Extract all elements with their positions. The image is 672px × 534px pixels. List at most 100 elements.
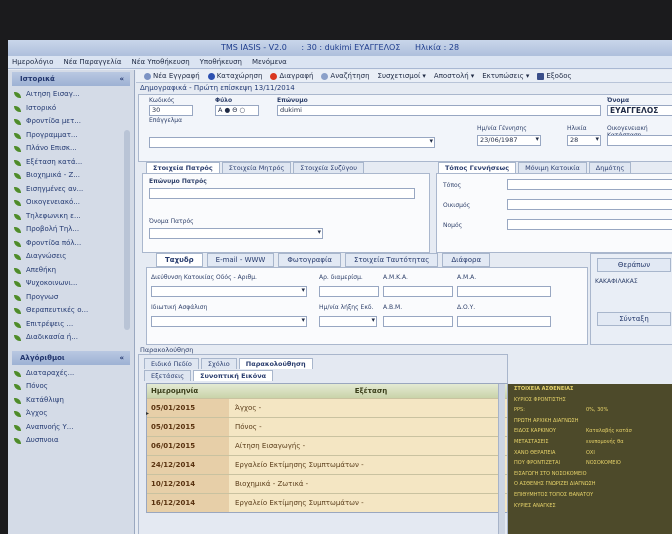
table-row[interactable]: 06/01/2015 Αίτηση Εισαγωγής -	[147, 436, 507, 455]
search-button[interactable]: Αναζήτηση	[321, 72, 370, 80]
save-button[interactable]: Καταχώρηση	[207, 72, 262, 80]
tab-father[interactable]: Στοιχεία Πατρός	[146, 162, 220, 173]
name-field[interactable]: ΕΥΑΓΓΕΛΟΣ	[607, 105, 672, 116]
delete-icon	[270, 72, 278, 80]
send-button[interactable]: Αποστολή ▾	[434, 72, 474, 80]
surname-field[interactable]: dukimi	[277, 105, 601, 116]
date-text: 05/01/2015	[151, 423, 196, 431]
menu-item-new-order[interactable]: Νέα Παραγγελία	[63, 56, 121, 68]
sidebar-item[interactable]: Διαταραχές...	[8, 367, 134, 381]
sidebar-item-label: Ιστορικό	[26, 103, 57, 112]
sidebar-item[interactable]: Ιστορικό	[8, 102, 134, 116]
doy-field[interactable]	[457, 316, 551, 327]
table-row[interactable]: 05/01/2015 Πόνος -	[147, 417, 507, 436]
new-record-button[interactable]: Νέα Εγγραφή	[144, 72, 200, 80]
profession-dropdown[interactable]	[149, 137, 435, 148]
sidebar-item[interactable]: Τηλεφωνικη ε...	[8, 210, 134, 224]
sidebar-item-label: Διαταραχές...	[26, 368, 75, 377]
father-name-dropdown[interactable]	[149, 228, 323, 239]
table-row[interactable]: 10/12/2014 Βιοχημικά - Ζωτικά -	[147, 474, 507, 493]
exit-button[interactable]: Εξοδος	[537, 72, 572, 80]
table-row[interactable]: 16/12/2014 Εργαλείο Εκτίμησης Συμπτωμάτων…	[147, 493, 507, 512]
sidebar-item[interactable]: Εισηγμένες αν...	[8, 183, 134, 197]
sidebar-scrollbar[interactable]	[124, 130, 130, 330]
ama-field[interactable]	[457, 286, 551, 297]
summary-row: ΣΤΟΙΧΕΙΑ ΑΣΘΕΝΕΙΑΣ	[508, 384, 672, 395]
tab-municipality[interactable]: Δημότης	[588, 162, 632, 173]
sidebar-item[interactable]: Ψυχοκοινωνι...	[8, 277, 134, 291]
collapse-icon[interactable]: «	[119, 351, 124, 365]
tab-email[interactable]: E-mail - WWW	[206, 253, 275, 267]
menu-item-new-mortgage[interactable]: Νέα Υποθήκευση	[131, 56, 189, 68]
tab-residence[interactable]: Μόνιμη Κατοικία	[518, 162, 587, 173]
sidebar-item[interactable]: Αναπνοής Υ...	[8, 421, 134, 435]
tab-misc[interactable]: Διάφορα	[442, 253, 491, 267]
tab-comment[interactable]: Σχόλιο	[200, 358, 237, 369]
sidebar-item[interactable]: Προβολή Τηλ...	[8, 223, 134, 237]
sidebar-item[interactable]: Διαδικασία ή...	[8, 331, 134, 345]
age-field[interactable]: 28	[567, 135, 601, 146]
physician-button[interactable]: Θεράπων	[597, 258, 671, 272]
sidebar-item[interactable]: Βιοχημικά - Ζ...	[8, 169, 134, 183]
tab-birthplace[interactable]: Τόπος Γεννήσεως	[438, 162, 517, 173]
summary-value: ΟΧΙ	[586, 449, 595, 456]
tab-spouse[interactable]: Στοιχεία Συζύγου	[293, 162, 365, 173]
tab-mother[interactable]: Στοιχεία Μητρός	[221, 162, 292, 173]
sidebar-item[interactable]: Θεραπευτικές ο...	[8, 304, 134, 318]
menu-item-calendar[interactable]: Ημερολόγιο	[12, 56, 53, 68]
tab-photo[interactable]: Φωτογραφία	[278, 253, 342, 267]
sidebar-item[interactable]: Κατάθλιψη	[8, 394, 134, 408]
amka-field[interactable]	[383, 286, 453, 297]
place-field[interactable]	[507, 179, 672, 190]
table-row[interactable]: ▸ 05/01/2015 Άγχος -	[146, 398, 507, 417]
table-row[interactable]: 24/12/2014 Εργαλείο Εκτίμησης Συμπτωμάτων…	[147, 455, 507, 474]
apt-field[interactable]	[319, 286, 379, 297]
menu-item-mortgage[interactable]: Υποθήκευση	[200, 56, 242, 68]
sidebar-item[interactable]: Προγραμματ...	[8, 129, 134, 143]
exam-column-header[interactable]: Εξέταση	[229, 384, 507, 398]
tab-summary[interactable]: Συνοπτική Εικόνα	[193, 370, 274, 381]
sidebar-item[interactable]: Δυσπνοια	[8, 434, 134, 448]
abm-field[interactable]	[383, 316, 453, 327]
sidebar-item[interactable]: Φροντίδα πόλ...	[8, 237, 134, 251]
delete-button[interactable]: Διαγραφή	[270, 72, 313, 80]
sidebar-item[interactable]: Οικογενειακό...	[8, 196, 134, 210]
insurance-dropdown[interactable]	[151, 316, 307, 327]
sidebar-item[interactable]: Πόνος	[8, 380, 134, 394]
code-field[interactable]: 30	[149, 105, 193, 116]
compose-button[interactable]: Σύνταξη	[597, 312, 671, 326]
tab-exams[interactable]: Εξετάσεις	[144, 370, 192, 381]
family-status-field[interactable]	[607, 135, 672, 146]
toolbar-label: Αποστολή	[433, 72, 469, 80]
settlement-field[interactable]	[507, 199, 672, 210]
sidebar-item[interactable]: Διαγνώσεις	[8, 250, 134, 264]
summary-key: PPS:	[514, 407, 525, 414]
sidebar-item[interactable]: Άγχος	[8, 407, 134, 421]
father-surname-field[interactable]	[149, 188, 415, 199]
prefecture-field[interactable]	[507, 219, 672, 230]
menu-item-remaining[interactable]: Μενόμενα	[252, 56, 287, 68]
tab-id[interactable]: Στοιχεία Ταυτότητας	[345, 253, 439, 267]
print-button[interactable]: Εκτυπώσεις ▾	[482, 72, 529, 80]
tab-monitoring[interactable]: Παρακολούθηση	[238, 358, 313, 369]
sidebar-item[interactable]: Φροντίδα μετ...	[8, 115, 134, 129]
sidebar-item[interactable]: Αιτηση Εισαγ...	[8, 88, 134, 102]
tab-special-field[interactable]: Ειδικό Πεδίο	[144, 358, 199, 369]
tab-postal[interactable]: Ταχυδρ	[156, 253, 203, 267]
sidebar-item[interactable]: Απεθήκη	[8, 264, 134, 278]
sidebar-item[interactable]: Εξέταση κατά...	[8, 156, 134, 170]
collapse-icon[interactable]: «	[119, 72, 124, 86]
sidebar-item[interactable]: Επιτρέψεις ...	[8, 318, 134, 332]
sidebar-item[interactable]: Πλάνο Επισκ...	[8, 142, 134, 156]
date-column-header[interactable]: Ημερομηνία	[147, 384, 229, 398]
dob-field[interactable]: 23/06/1987	[477, 135, 541, 146]
table-scrollbar[interactable]	[498, 384, 505, 534]
sex-radio-group[interactable]: Α ● Θ ○	[215, 105, 259, 116]
expiry-dropdown[interactable]	[319, 316, 377, 327]
sidebar-section-history[interactable]: Ιστορικά «	[12, 72, 130, 86]
sidebar-section-algorithms[interactable]: Αλγόριθμοι «	[12, 350, 130, 365]
sidebar-item[interactable]: Προγνωσ	[8, 291, 134, 305]
relations-button[interactable]: Συσχετισμοί ▾	[378, 72, 426, 80]
amka-label: Α.Μ.Κ.Α.	[383, 274, 408, 281]
address-dropdown[interactable]	[151, 286, 307, 297]
